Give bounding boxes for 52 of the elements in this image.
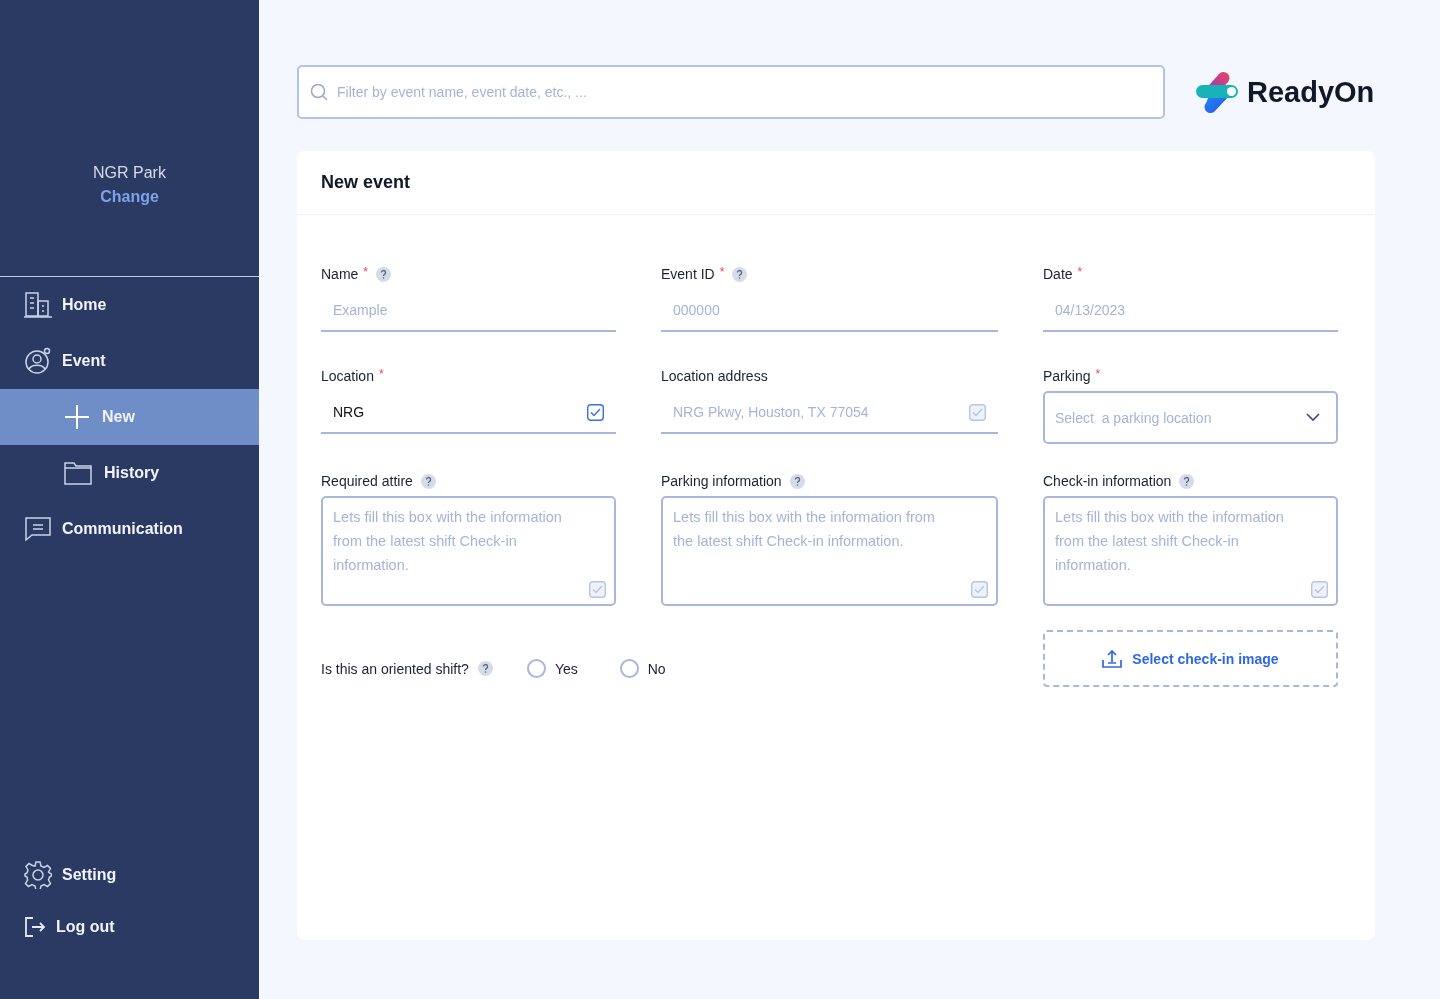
text-area[interactable]: Lets fill this box with the information from the latest shift Check-in information. [321,496,616,606]
field-label: Parking information [661,473,782,489]
text-area[interactable]: Lets fill this box with the information from the latest shift Check-in information. [661,496,998,606]
help-icon[interactable] [1179,473,1195,489]
venue-name: NGR Park [93,164,166,182]
change-link[interactable]: Change [100,188,159,206]
form-title: New event [321,172,411,193]
field-label: Location address [661,368,768,384]
nav-item[interactable]: Setting [0,849,259,901]
required-mark: * [1077,265,1083,279]
help-icon[interactable] [420,473,436,489]
radio-option[interactable]: No [619,659,666,678]
search-field[interactable]: Filter by event name, event date, etc., ... [297,65,1165,119]
chevron-down-icon [1306,413,1320,422]
field-label: Date [1043,266,1073,282]
question-label: Is this an oriented shift? [321,660,469,677]
user-gear-icon [24,347,52,375]
field-label: Event ID [661,266,715,282]
text-area[interactable]: Lets fill this box with the information from the latest shift Check-in information. [1043,496,1338,606]
field-label: Parking [1043,368,1091,384]
plus-icon [64,404,90,430]
upload-button[interactable]: Select check-in image [1043,630,1338,687]
chat-icon [24,516,52,542]
help-icon[interactable] [376,266,392,282]
nav-item[interactable]: Home [0,277,259,333]
upload-icon [1102,649,1123,668]
field-label: Location [321,368,374,384]
nav-item[interactable]: Event [0,333,259,389]
logo-text: ReadyOn [1247,75,1375,109]
logout-icon [24,916,46,938]
nav-subitem[interactable]: History [0,445,259,501]
required-mark: * [363,265,369,279]
settings-icon [24,861,52,889]
radio-option[interactable]: Yes [526,659,578,678]
help-icon[interactable] [732,266,748,282]
building-icon [24,292,52,318]
input-field[interactable]: Example [321,285,616,332]
required-mark: * [719,265,725,279]
checkbox[interactable] [587,404,604,421]
help-icon[interactable] [789,473,805,489]
required-mark: * [378,367,384,381]
nav-item[interactable]: Communication [0,501,259,557]
input-field[interactable]: 04/13/2023 [1043,285,1338,332]
field-label: Check-in information [1043,473,1172,489]
input-field[interactable]: 000000 [661,285,998,332]
folder-icon [64,461,92,485]
field-label: Required attire [321,473,413,489]
logo-icon [1195,70,1241,114]
field-label: Name [321,266,359,282]
required-mark: * [1095,367,1101,381]
nav-item[interactable]: Log out [0,901,259,953]
help-icon[interactable] [477,661,493,676]
